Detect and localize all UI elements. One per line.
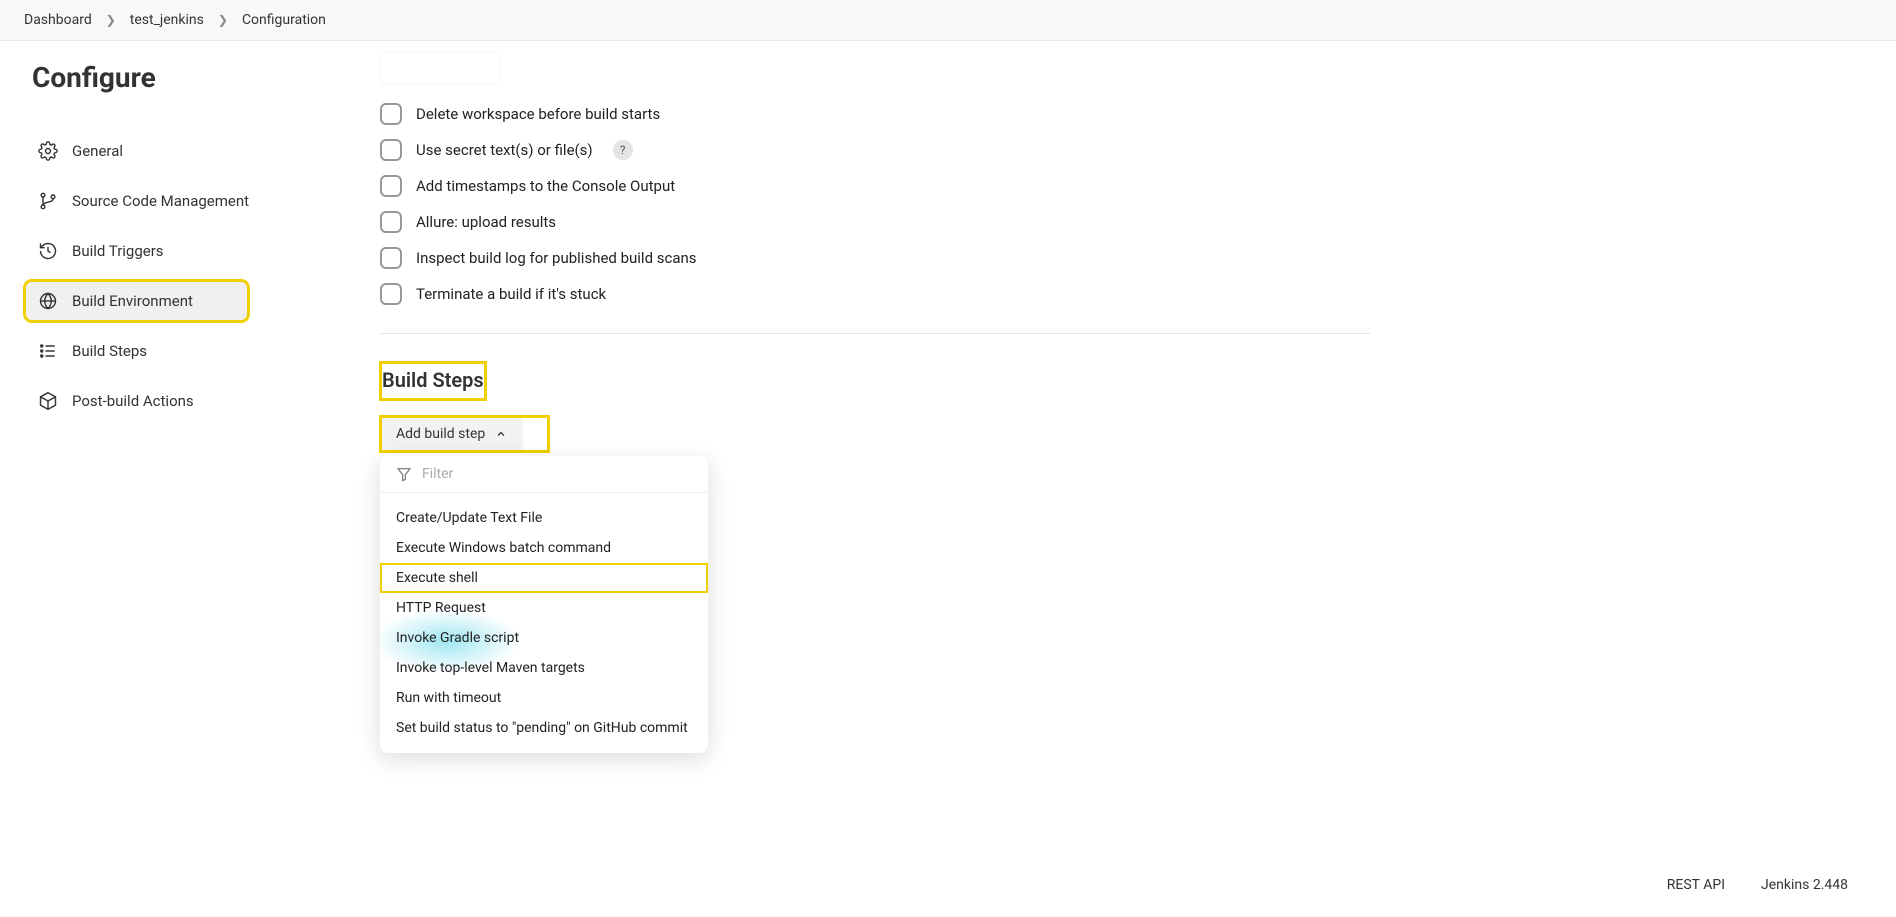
checkbox-terminate-stuck[interactable] xyxy=(380,283,402,305)
sidebar-item-label: Post-build Actions xyxy=(72,392,194,410)
jenkins-version: Jenkins 2.448 xyxy=(1761,877,1848,893)
checkbox-timestamps[interactable] xyxy=(380,175,402,197)
dropdown-item-execute-shell[interactable]: Execute shell xyxy=(380,563,708,593)
build-steps-title-wrap: Build Steps xyxy=(380,362,486,400)
sidebar-item-label: Build Environment xyxy=(72,292,193,310)
checkbox-row: Inspect build log for published build sc… xyxy=(380,247,1370,269)
history-icon xyxy=(38,241,58,261)
add-build-step-label: Add build step xyxy=(396,426,485,442)
sidebar-item-build-environment[interactable]: Build Environment xyxy=(24,280,249,322)
sidebar-item-label: Source Code Management xyxy=(72,192,249,210)
dropdown-list: Create/Update Text File Execute Windows … xyxy=(380,493,708,753)
sidebar-item-build-steps[interactable]: Build Steps xyxy=(24,330,360,372)
dropdown-item-invoke-gradle[interactable]: Invoke Gradle script xyxy=(380,623,708,653)
add-build-step-wrap: Add build step xyxy=(380,416,549,452)
sidebar: Configure General Source Code Management… xyxy=(0,41,370,793)
checkbox-label: Add timestamps to the Console Output xyxy=(416,177,675,195)
rest-api-link[interactable]: REST API xyxy=(1667,877,1725,893)
dropdown-item-label: Invoke top-level Maven targets xyxy=(396,660,585,676)
package-icon xyxy=(38,391,58,411)
list-icon xyxy=(38,341,58,361)
dropdown-item-http-request[interactable]: HTTP Request xyxy=(380,593,708,623)
checkbox-label: Terminate a build if it's stuck xyxy=(416,285,606,303)
dropdown-item-label: Invoke Gradle script xyxy=(396,630,519,646)
main-content: Delete workspace before build starts Use… xyxy=(370,41,1430,793)
dropdown-item-invoke-maven[interactable]: Invoke top-level Maven targets xyxy=(380,653,708,683)
checkbox-row: Delete workspace before build starts xyxy=(380,103,1370,125)
chevron-up-icon xyxy=(495,428,507,440)
checkbox-delete-workspace[interactable] xyxy=(380,103,402,125)
breadcrumb-current: Configuration xyxy=(242,12,326,28)
build-step-dropdown: Create/Update Text File Execute Windows … xyxy=(380,456,708,753)
dropdown-filter-row xyxy=(380,456,708,493)
checkbox-allure[interactable] xyxy=(380,211,402,233)
gear-icon xyxy=(38,141,58,161)
checkbox-label: Inspect build log for published build sc… xyxy=(416,249,697,267)
add-build-step-button[interactable]: Add build step xyxy=(380,416,523,452)
breadcrumb-job[interactable]: test_jenkins xyxy=(130,12,204,28)
sidebar-item-scm[interactable]: Source Code Management xyxy=(24,180,360,222)
breadcrumb: Dashboard ❯ test_jenkins ❯ Configuration xyxy=(0,0,1896,41)
checkbox-row: Use secret text(s) or file(s) ? xyxy=(380,139,1370,161)
dropdown-item-github-pending[interactable]: Set build status to "pending" on GitHub … xyxy=(380,713,708,743)
sidebar-item-triggers[interactable]: Build Triggers xyxy=(24,230,360,272)
chevron-right-icon: ❯ xyxy=(106,13,116,27)
dropdown-item-run-timeout[interactable]: Run with timeout xyxy=(380,683,708,713)
checkbox-label: Delete workspace before build starts xyxy=(416,105,660,123)
ghost-section-header xyxy=(380,51,501,85)
globe-icon xyxy=(38,291,58,311)
page-title: Configure xyxy=(32,61,360,94)
breadcrumb-dashboard[interactable]: Dashboard xyxy=(24,12,92,28)
sidebar-item-label: General xyxy=(72,142,123,160)
footer: REST API Jenkins 2.448 xyxy=(1667,877,1848,893)
chevron-right-icon: ❯ xyxy=(218,13,228,27)
build-steps-title: Build Steps xyxy=(382,368,484,392)
branch-icon xyxy=(38,191,58,211)
checkbox-row: Add timestamps to the Console Output xyxy=(380,175,1370,197)
sidebar-item-label: Build Steps xyxy=(72,342,147,360)
sidebar-item-label: Build Triggers xyxy=(72,242,164,260)
sidebar-item-general[interactable]: General xyxy=(24,130,360,172)
sidebar-item-post-build[interactable]: Post-build Actions xyxy=(24,380,360,422)
checkbox-use-secret[interactable] xyxy=(380,139,402,161)
checkbox-inspect-log[interactable] xyxy=(380,247,402,269)
dropdown-filter-input[interactable] xyxy=(422,466,692,482)
checkbox-row: Allure: upload results xyxy=(380,211,1370,233)
dropdown-item-create-text-file[interactable]: Create/Update Text File xyxy=(380,503,708,533)
checkbox-label: Use secret text(s) or file(s) xyxy=(416,141,593,159)
divider xyxy=(380,333,1370,334)
help-icon[interactable]: ? xyxy=(613,140,633,160)
checkbox-row: Terminate a build if it's stuck xyxy=(380,283,1370,305)
filter-icon xyxy=(396,466,412,482)
dropdown-item-execute-batch[interactable]: Execute Windows batch command xyxy=(380,533,708,563)
checkbox-label: Allure: upload results xyxy=(416,213,556,231)
